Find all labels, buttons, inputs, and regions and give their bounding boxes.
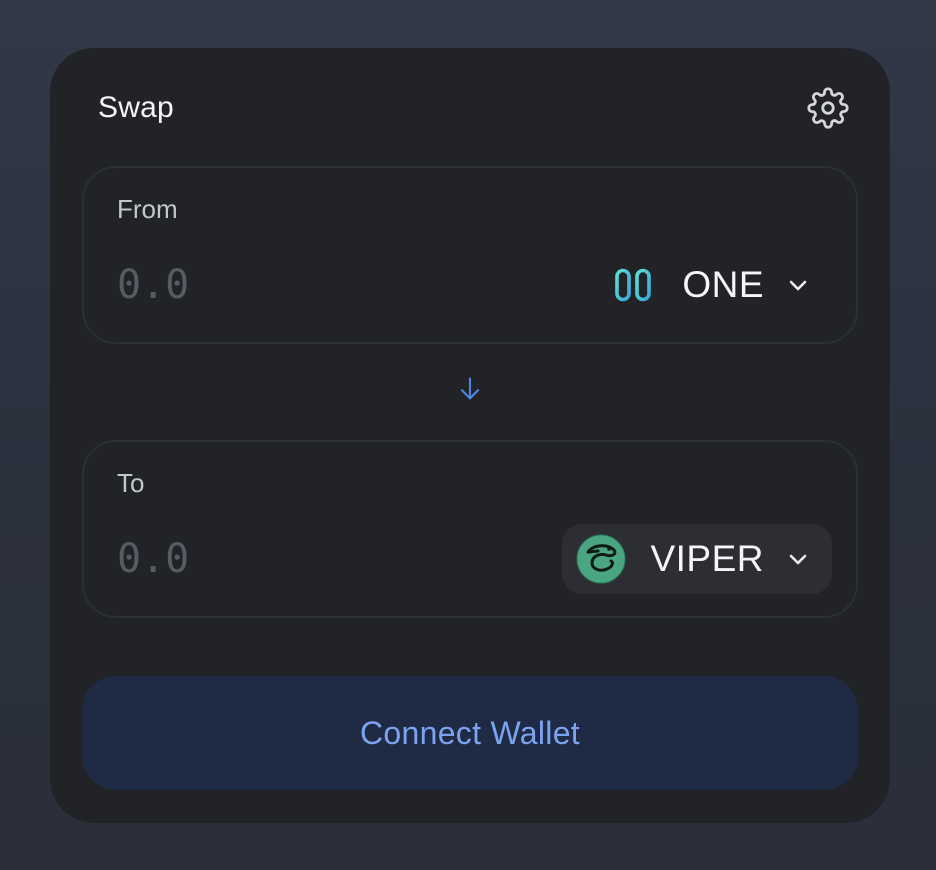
to-token-selector[interactable]: VIPER [562, 524, 832, 594]
arrow-down-icon [460, 377, 480, 400]
swap-card: Swap From 0.0 ONE To 0.0 VIPER Connect W… [50, 48, 890, 823]
from-token-selector[interactable]: ONE [588, 250, 832, 320]
chevron-down-icon [786, 273, 810, 297]
settings-button[interactable] [806, 86, 850, 130]
to-token-symbol: VIPER [650, 538, 764, 579]
harmony-one-logo-icon [608, 260, 658, 310]
to-amount-input[interactable] [117, 534, 417, 584]
swap-header: Swap [98, 86, 849, 130]
switch-direction-button[interactable] [455, 374, 485, 404]
from-panel: From ONE [82, 166, 858, 344]
gear-icon [807, 87, 849, 129]
from-token-symbol: ONE [682, 264, 764, 305]
swap-title: Swap [98, 91, 174, 124]
connect-wallet-button[interactable]: Connect Wallet [82, 676, 858, 790]
chevron-down-icon [786, 547, 810, 571]
to-label: To [117, 468, 145, 498]
viper-logo-icon [576, 534, 626, 584]
to-panel: To VIPER [82, 440, 858, 618]
from-label: From [117, 194, 178, 224]
from-amount-input[interactable] [117, 260, 417, 310]
